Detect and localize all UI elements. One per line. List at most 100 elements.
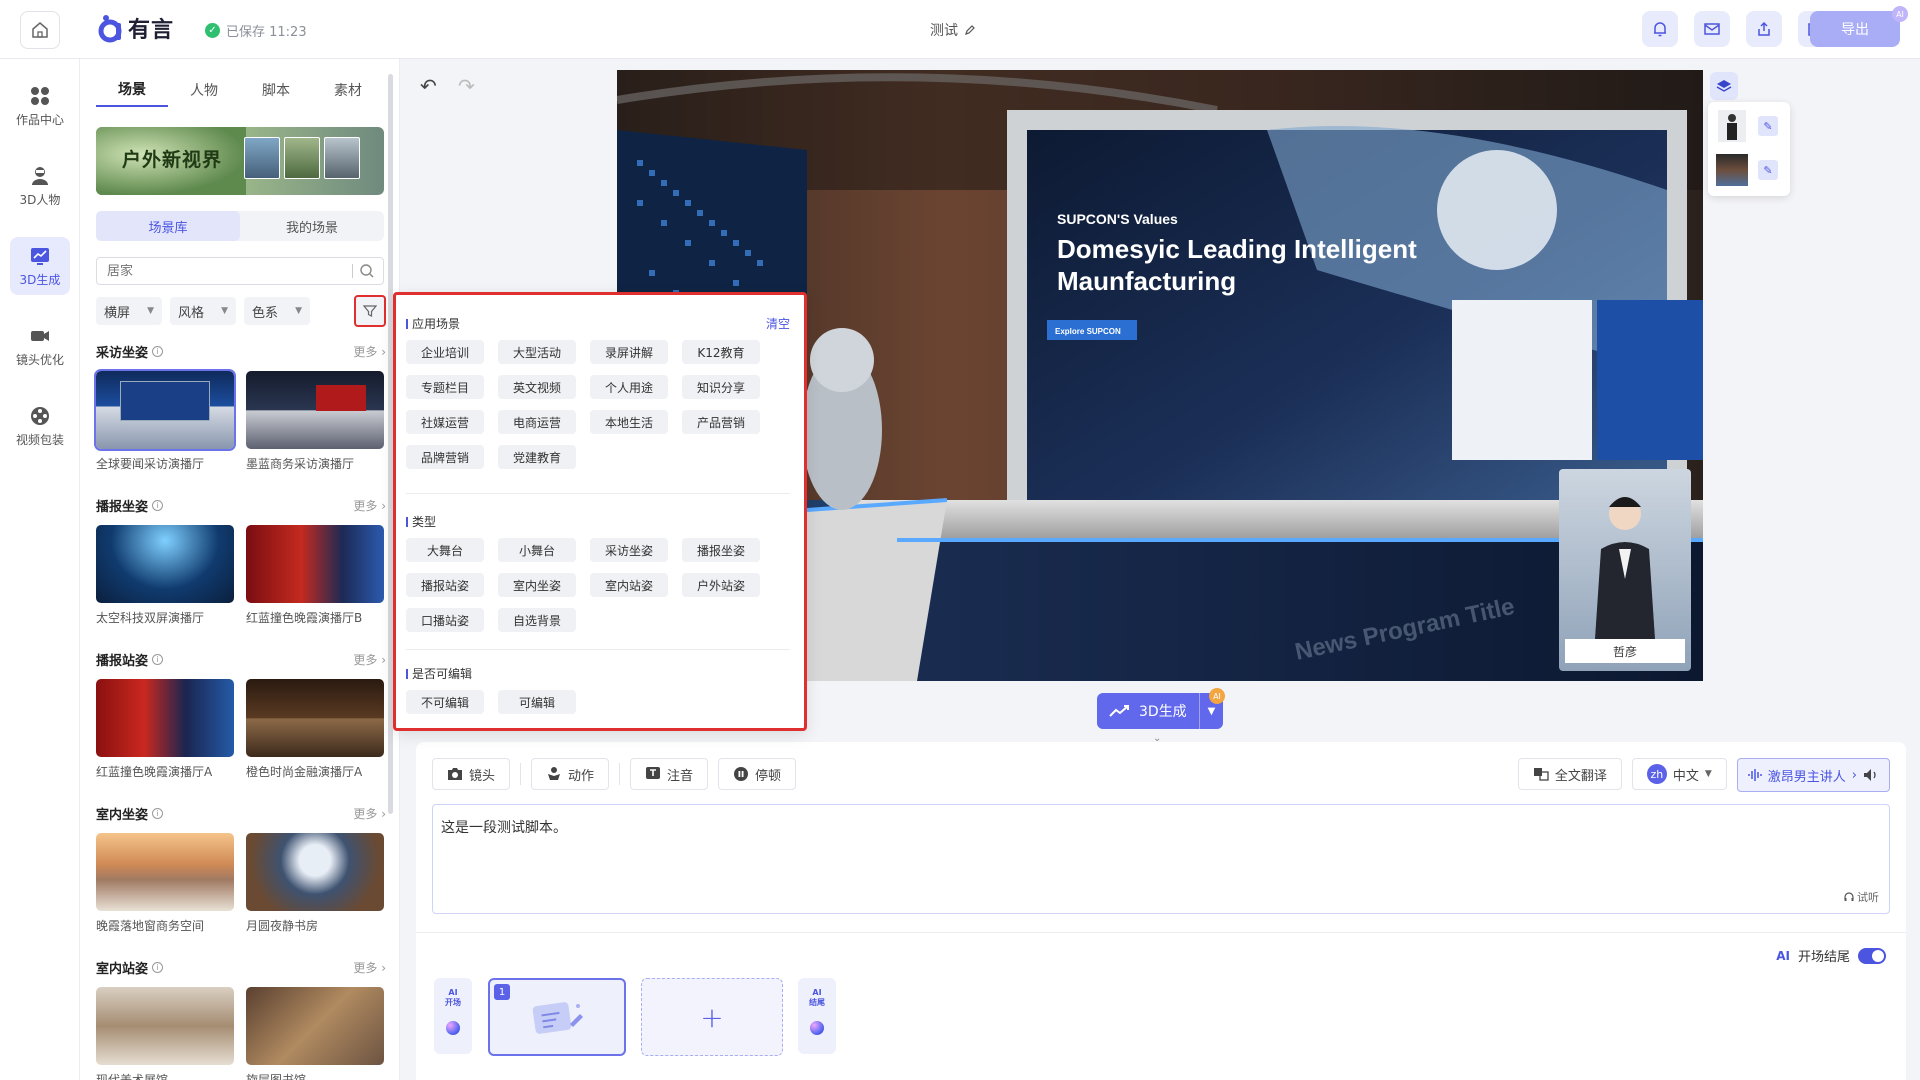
filter-option[interactable]: 专题栏目 xyxy=(406,375,484,399)
language-select[interactable]: zh 中文 ▼ xyxy=(1631,758,1727,790)
listen-button[interactable]: 试听 xyxy=(1844,889,1879,905)
subtab-my-scenes[interactable]: 我的场景 xyxy=(240,211,384,241)
filter-option[interactable]: 录屏讲解 xyxy=(590,340,668,364)
camera-button[interactable]: 镜头 xyxy=(432,758,511,790)
filter-option[interactable]: 小舞台 xyxy=(498,538,576,562)
translate-button[interactable]: 全文翻译 xyxy=(1517,758,1622,790)
add-clip-button[interactable]: + xyxy=(641,978,783,1056)
scene-card[interactable]: 红蓝撞色晚霞演播厅B xyxy=(246,525,386,626)
filter-option[interactable]: 本地生活 xyxy=(590,410,668,434)
clear-filters-button[interactable]: 清空 xyxy=(766,315,790,332)
info-icon[interactable]: i xyxy=(152,346,164,357)
search-icon[interactable] xyxy=(359,263,375,279)
filter-option[interactable]: 企业培训 xyxy=(406,340,484,364)
scene-card[interactable]: 橙色时尚金融演播厅A xyxy=(246,679,386,780)
scene-thumbnail xyxy=(96,987,234,1065)
filter-option[interactable]: 户外站姿 xyxy=(682,573,760,597)
scene-card[interactable]: 晚霞落地窗商务空间 xyxy=(96,833,236,934)
edit-icon[interactable]: ✎ xyxy=(1758,160,1778,180)
filter-option[interactable]: 社媒运营 xyxy=(406,410,484,434)
search-input[interactable] xyxy=(107,263,327,279)
clip-card[interactable]: 1 xyxy=(488,978,626,1056)
speaker-icon[interactable] xyxy=(1863,768,1879,782)
action-button[interactable]: 动作 xyxy=(531,758,610,790)
more-link[interactable]: 更多 › xyxy=(353,805,386,822)
scene-card[interactable]: 旋层图书馆 xyxy=(246,987,386,1080)
filter-option[interactable]: 口播站姿 xyxy=(406,608,484,632)
more-link[interactable]: 更多 › xyxy=(353,959,386,976)
home-button[interactable] xyxy=(20,11,60,49)
share-button[interactable] xyxy=(1746,11,1782,47)
ai-ending-clip[interactable]: AI 结尾 xyxy=(798,978,836,1054)
tab-person[interactable]: 人物 xyxy=(168,73,240,107)
nav-item-camera-optimize[interactable]: 镜头优化 xyxy=(10,317,70,375)
filter-option[interactable]: 个人用途 xyxy=(590,375,668,399)
info-icon[interactable]: i xyxy=(152,808,164,819)
undo-icon[interactable]: ↶ xyxy=(420,74,437,98)
color-select[interactable]: 色系 ▼ xyxy=(244,297,310,325)
info-icon[interactable]: i xyxy=(152,962,164,973)
nav-item-video-package[interactable]: 视频包装 xyxy=(10,397,70,455)
nav-item-3d-person[interactable]: 3D人物 xyxy=(10,157,70,215)
style-select[interactable]: 风格 ▼ xyxy=(170,297,236,325)
filter-option[interactable]: 英文视频 xyxy=(498,375,576,399)
filter-option[interactable]: 播报坐姿 xyxy=(682,538,760,562)
nav-item-works[interactable]: 作品中心 xyxy=(10,77,70,135)
presenter-overlay[interactable]: 哲彦 xyxy=(1559,469,1691,671)
ai-generate-button[interactable]: 3D生成 ▼ xyxy=(1097,693,1223,729)
filter-option[interactable]: 大型活动 xyxy=(498,340,576,364)
notification-button[interactable] xyxy=(1642,11,1678,47)
ai-opening-clip[interactable]: AI 开场 xyxy=(434,978,472,1054)
info-icon[interactable]: i xyxy=(152,500,164,511)
document-title[interactable]: 测试 xyxy=(930,20,976,40)
subtab-scene-library[interactable]: 场景库 xyxy=(96,211,240,241)
filter-option[interactable]: 自选背景 xyxy=(498,608,576,632)
layers-button[interactable] xyxy=(1710,72,1738,100)
scene-name: 红蓝撞色晚霞演播厅A xyxy=(96,765,213,779)
layer-item-presenter[interactable] xyxy=(1718,110,1746,142)
tab-material[interactable]: 素材 xyxy=(312,73,384,107)
script-textarea[interactable]: 这是一段测试脚本。 试听 xyxy=(432,804,1890,914)
filter-option[interactable]: 播报站姿 xyxy=(406,573,484,597)
filter-option[interactable]: 大舞台 xyxy=(406,538,484,562)
scene-card[interactable]: 红蓝撞色晚霞演播厅A xyxy=(96,679,236,780)
scene-card[interactable]: 月圆夜静书房 xyxy=(246,833,386,934)
pause-button[interactable]: 停顿 xyxy=(718,758,797,790)
filter-option[interactable]: 室内站姿 xyxy=(590,573,668,597)
info-icon[interactable]: i xyxy=(152,654,164,665)
redo-icon[interactable]: ↷ xyxy=(458,74,475,98)
message-button[interactable] xyxy=(1694,11,1730,47)
filter-option[interactable]: 品牌营销 xyxy=(406,445,484,469)
tab-scene[interactable]: 场景 xyxy=(96,73,168,107)
filter-option[interactable]: 可编辑 xyxy=(498,690,576,714)
voice-select[interactable]: 激昂男主讲人 › xyxy=(1736,758,1890,792)
bell-icon xyxy=(1654,22,1666,37)
filter-option[interactable]: K12教育 xyxy=(682,340,760,364)
orientation-select[interactable]: 横屏 ▼ xyxy=(96,297,162,325)
filter-option[interactable]: 室内坐姿 xyxy=(498,573,576,597)
edit-icon[interactable] xyxy=(964,24,976,36)
opening-ending-toggle[interactable] xyxy=(1858,947,1886,964)
layer-item-scene[interactable] xyxy=(1716,154,1748,186)
filter-button[interactable] xyxy=(354,295,386,327)
filter-option[interactable]: 电商运营 xyxy=(498,410,576,434)
more-link[interactable]: 更多 › xyxy=(353,497,386,514)
section-title-text: 室内坐姿 xyxy=(96,808,149,823)
filter-option[interactable]: 产品营销 xyxy=(682,410,760,434)
export-button[interactable]: 导出 xyxy=(1810,11,1900,47)
scene-card[interactable]: 太空科技双屏演播厅 xyxy=(96,525,236,626)
tab-script[interactable]: 脚本 xyxy=(240,73,312,107)
filter-option[interactable]: 知识分享 xyxy=(682,375,760,399)
phonetic-button[interactable]: 注音 xyxy=(630,758,709,790)
more-link[interactable]: 更多 › xyxy=(353,651,386,668)
filter-option[interactable]: 党建教育 xyxy=(498,445,576,469)
edit-icon[interactable]: ✎ xyxy=(1758,116,1778,136)
more-link[interactable]: 更多 › xyxy=(353,343,386,360)
promo-banner[interactable]: 户外新视界 xyxy=(96,127,384,195)
filter-option[interactable]: 不可编辑 xyxy=(406,690,484,714)
scene-card[interactable]: 全球要闻采访演播厅 xyxy=(94,369,236,472)
scene-card[interactable]: 现代美术展馆 xyxy=(96,987,236,1080)
nav-item-3d-generate[interactable]: 3D生成 xyxy=(10,237,70,295)
scene-card[interactable]: 墨蓝商务采访演播厅 xyxy=(246,371,386,472)
filter-option[interactable]: 采访坐姿 xyxy=(590,538,668,562)
